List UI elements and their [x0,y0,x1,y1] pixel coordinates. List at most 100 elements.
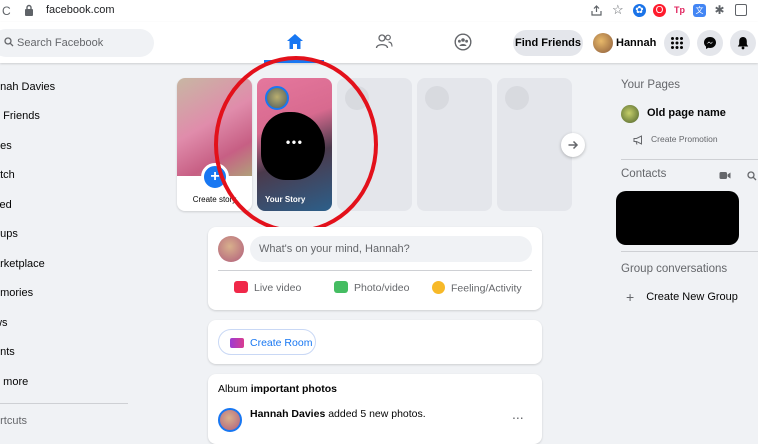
create-promotion-button[interactable]: Create Promotion [633,134,718,145]
post-composer: What's on your mind, Hannah? Live video … [208,227,542,310]
megaphone-icon [633,134,642,145]
album-name-link[interactable]: important photos [251,383,337,395]
create-new-group-button[interactable]: + Create New Group [626,289,738,305]
post-action-text: added 5 new photos. [325,408,426,420]
avatar[interactable] [218,236,244,262]
messenger-icon [704,37,716,49]
composer-input[interactable]: What's on your mind, Hannah? [250,236,532,262]
sidebar-item-find-friends[interactable]: d Friends [0,110,40,122]
sidebar-item-saved[interactable]: ved [0,199,12,211]
photo-icon [334,281,348,294]
live-video-icon [234,281,248,294]
profile-name: Hannah [616,37,657,49]
more-options-button[interactable]: ... [512,406,524,422]
your-story-label: Your Story [265,195,306,204]
story-avatar [265,86,289,110]
group-conversations-heading: Group conversations [621,263,728,275]
grid-menu-icon [671,37,683,49]
search-icon[interactable] [747,171,757,181]
create-story-card[interactable]: + Create story [177,78,252,211]
placeholder-avatar [425,86,449,110]
tab-home[interactable] [264,22,324,63]
story-placeholder [337,78,412,211]
page-name-link[interactable]: Old page name [647,107,726,119]
your-pages-heading: Your Pages [621,79,681,91]
sidebar-item-memories[interactable]: emories [0,287,33,299]
composer-divider [218,270,532,271]
post-card: Album important photos Hannah Davies add… [208,374,542,444]
groups-icon [454,33,472,51]
contacts-heading: Contacts [621,168,667,180]
tab-friends[interactable] [353,22,413,63]
create-new-group-label: Create New Group [646,290,738,303]
sidebar-item-watch[interactable]: atch [0,169,15,181]
author-link[interactable]: Hannah Davies [250,408,325,420]
side-panel-icon[interactable] [735,4,747,16]
sidebar-item-marketplace[interactable]: arketplace [0,258,45,270]
page-avatar[interactable] [621,105,639,123]
redacted-contacts [616,191,739,245]
find-friends-button[interactable]: Find Friends [513,30,583,56]
sidebar-item-profile[interactable]: nnah Davies [0,81,55,93]
create-story-photo [177,78,252,176]
create-story-label: Create story [192,195,237,204]
sidebar-item-events[interactable]: ents [0,346,15,358]
smiley-icon [432,281,445,294]
search-placeholder: Search Facebook [17,37,104,49]
video-call-icon[interactable] [719,171,731,180]
bell-icon [737,37,749,50]
live-video-button[interactable]: Live video [234,281,302,294]
tab-groups[interactable] [432,22,492,63]
video-camera-icon [230,338,244,348]
story-text: ꔷꔷꔷ [285,138,304,149]
post-header: Hannah Davies added 5 new photos. [250,408,426,420]
messenger-button[interactable] [697,30,723,56]
bookmark-star-icon[interactable]: ☆ [612,2,624,18]
arrow-right-icon [568,140,579,150]
avatar [593,33,613,53]
notifications-button[interactable] [730,30,756,56]
extension-blue-icon[interactable]: ✿ [633,4,646,17]
right-divider [621,159,758,160]
live-video-label: Live video [254,282,302,294]
browser-toolbar: C facebook.com ☆ ✿ O Tp 文 ✱ [0,0,758,23]
stories-next-button[interactable] [561,133,585,157]
create-room-label: Create Room [250,337,313,349]
sidebar-item-groups[interactable]: oups [0,228,18,240]
composer-placeholder: What's on your mind, Hannah? [259,243,410,255]
avatar[interactable] [218,408,242,432]
plus-icon[interactable]: + [201,163,229,191]
create-room-button[interactable]: Create Room [218,329,316,355]
shortcuts-heading: ortcuts [0,415,28,427]
your-story-card[interactable]: ꔷꔷꔷ Your Story [257,78,332,211]
reload-icon[interactable]: C [2,4,11,18]
plus-icon: + [626,289,635,305]
translate-extension-icon[interactable]: 文 [693,4,706,17]
feeling-activity-button[interactable]: Feeling/Activity [432,281,522,295]
profile-chip[interactable]: Hannah [590,30,658,56]
sidebar-item-see-more[interactable]: e more [0,376,28,388]
placeholder-avatar [345,86,369,110]
placeholder-avatar [505,86,529,110]
create-room-card: Create Room [208,320,542,364]
post-album-line: Album important photos [218,383,337,395]
right-divider [621,251,758,252]
share-icon[interactable] [590,4,603,17]
address-bar[interactable]: facebook.com [46,4,114,16]
home-icon [287,34,303,49]
menu-button[interactable] [664,30,690,56]
tp-extension-icon[interactable]: Tp [673,4,686,17]
photo-video-label: Photo/video [354,282,410,294]
sidebar-item-news[interactable]: ws [0,317,7,329]
friends-icon [375,34,393,49]
story-placeholder [417,78,492,211]
opera-red-icon[interactable]: O [653,4,666,17]
create-promotion-label: Create Promotion [651,134,718,144]
lock-icon [25,4,33,16]
sidebar-item-pages[interactable]: ges [0,140,12,152]
photo-video-button[interactable]: Photo/video [334,281,410,294]
search-box[interactable]: Search Facebook [0,29,154,57]
sidebar-divider [0,403,128,404]
facebook-header: Search Facebook Find Friends Hannah [0,22,758,63]
puzzle-extensions-icon[interactable]: ✱ [713,4,726,17]
